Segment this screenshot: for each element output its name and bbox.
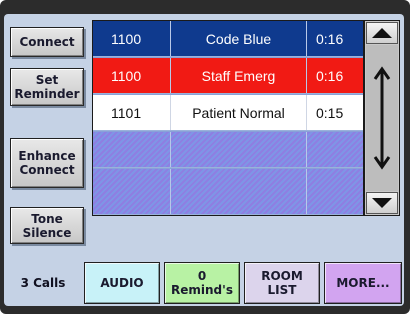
enhance-connect-button[interactable]: Enhance Connect xyxy=(10,138,84,188)
call-list-table: 1100 Code Blue 0:16 1100 Staff Emerg 0:1… xyxy=(92,20,364,216)
call-row-patient-normal[interactable]: 1101 Patient Normal 0:15 xyxy=(93,95,363,131)
reminders-tab[interactable]: 0 Remind's xyxy=(164,262,240,304)
call-time-cell: 0:16 xyxy=(316,30,344,47)
scroll-up-button[interactable] xyxy=(366,22,398,44)
call-type-cell: Patient Normal xyxy=(171,95,307,130)
reminders-tab-label: 0 Remind's xyxy=(171,269,233,297)
call-room-cell: 1100 xyxy=(93,58,171,93)
room-list-tab-label: ROOM LIST xyxy=(261,269,303,297)
scroll-track[interactable] xyxy=(366,45,398,191)
enhance-connect-button-label: Enhance Connect xyxy=(18,149,76,177)
call-type-cell: Code Blue xyxy=(171,21,307,56)
connect-button[interactable]: Connect xyxy=(10,27,84,57)
set-reminder-button[interactable]: Set Reminder xyxy=(10,68,84,106)
tone-silence-button[interactable]: Tone Silence xyxy=(10,207,84,244)
audio-tab-label: AUDIO xyxy=(100,276,144,290)
call-row-staff-emerg[interactable]: 1100 Staff Emerg 0:16 xyxy=(93,58,363,94)
empty-cell xyxy=(307,132,363,167)
triangle-up-icon xyxy=(372,28,392,38)
call-room-cell: 1100 xyxy=(93,21,171,56)
call-list-scrollbar[interactable] xyxy=(364,20,400,216)
call-count-label: 3 Calls xyxy=(20,276,66,290)
set-reminder-button-label: Set Reminder xyxy=(14,73,80,101)
more-tab-label: MORE... xyxy=(336,276,390,290)
empty-cell xyxy=(307,169,363,214)
call-time-cell: 0:15 xyxy=(316,104,344,121)
call-room-cell: 1101 xyxy=(93,95,171,130)
call-type-cell: Staff Emerg xyxy=(171,58,307,93)
tone-silence-button-label: Tone Silence xyxy=(22,211,72,240)
more-tab[interactable]: MORE... xyxy=(324,262,402,304)
scroll-down-button[interactable] xyxy=(366,192,398,214)
vertical-double-arrow-icon xyxy=(373,66,391,170)
empty-call-row xyxy=(93,169,363,215)
connect-button-label: Connect xyxy=(19,35,75,49)
call-time-cell: 0:16 xyxy=(316,67,344,84)
empty-call-row xyxy=(93,132,363,168)
empty-cell xyxy=(171,132,307,167)
empty-cell xyxy=(93,169,171,214)
device-screen: Connect Set Reminder Enhance Connect Ton… xyxy=(0,0,410,314)
empty-cell xyxy=(93,132,171,167)
triangle-down-icon xyxy=(372,198,392,208)
call-row-code-blue[interactable]: 1100 Code Blue 0:16 xyxy=(93,21,363,57)
audio-tab[interactable]: AUDIO xyxy=(84,262,160,304)
empty-cell xyxy=(171,169,307,214)
room-list-tab[interactable]: ROOM LIST xyxy=(244,262,320,304)
